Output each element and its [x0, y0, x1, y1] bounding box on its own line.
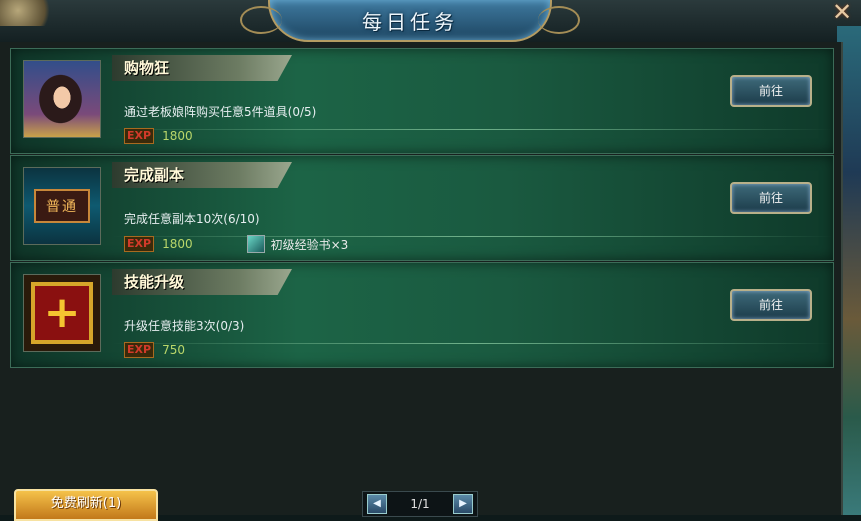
exp-icon: EXP: [124, 342, 155, 358]
exp-value: 750: [162, 343, 185, 357]
next-page-button[interactable]: ▶: [453, 494, 473, 514]
pagination: ◀ 1/1 ▶: [362, 491, 478, 517]
reward-item-label: 初级经验书×3: [270, 237, 349, 252]
reward-row: EXP 1800: [124, 128, 193, 144]
exp-icon: EXP: [124, 128, 155, 144]
task-icon-frame: 普通: [23, 167, 101, 245]
task-title: 技能升级: [124, 273, 185, 291]
task-title: 购物狂: [124, 59, 170, 77]
task-row: 购物狂 通过老板娘阵购买任意5件道具(0/5) EXP 1800 前往: [10, 48, 834, 154]
experience-book-icon[interactable]: [246, 235, 265, 253]
task-panel: 购物狂 通过老板娘阵购买任意5件道具(0/5) EXP 1800 前往 普通 完…: [0, 42, 843, 515]
go-button[interactable]: 前往: [730, 182, 812, 214]
exp-icon: EXP: [124, 236, 155, 252]
task-title: 完成副本: [124, 166, 185, 184]
dungeon-difficulty-label: 普通: [34, 189, 90, 223]
plus-icon: +: [31, 282, 93, 344]
reward-row: EXP 750: [124, 342, 185, 358]
exp-value: 1800: [162, 129, 193, 143]
dungeon-icon: 普通: [24, 168, 100, 244]
go-button[interactable]: 前往: [730, 289, 812, 321]
skill-upgrade-icon: +: [24, 275, 100, 351]
task-description: 完成任意副本10次(6/10): [124, 212, 260, 226]
title-bar: 每日任务 ✕: [0, 0, 861, 44]
go-button[interactable]: 前往: [730, 75, 812, 107]
exp-value: 1800: [162, 237, 193, 251]
task-row: 普通 完成副本 完成任意副本10次(6/10) EXP 1800 初级经验书×3…: [10, 155, 834, 261]
portrait-icon: [24, 61, 100, 137]
title-plate: 每日任务: [240, 0, 580, 42]
free-refresh-button[interactable]: 免费刷新(1): [14, 489, 158, 521]
task-row: + 技能升级 升级任意技能3次(0/3) EXP 750 前往: [10, 262, 834, 368]
close-button[interactable]: ✕: [829, 0, 855, 26]
task-description: 通过老板娘阵购买任意5件道具(0/5): [124, 105, 317, 119]
task-icon-frame: [23, 60, 101, 138]
window-title: 每日任务: [362, 10, 458, 34]
task-description: 升级任意技能3次(0/3): [124, 319, 245, 333]
task-icon-frame: +: [23, 274, 101, 352]
reward-row: EXP 1800 初级经验书×3: [124, 235, 348, 253]
corner-ornament: [0, 0, 60, 26]
